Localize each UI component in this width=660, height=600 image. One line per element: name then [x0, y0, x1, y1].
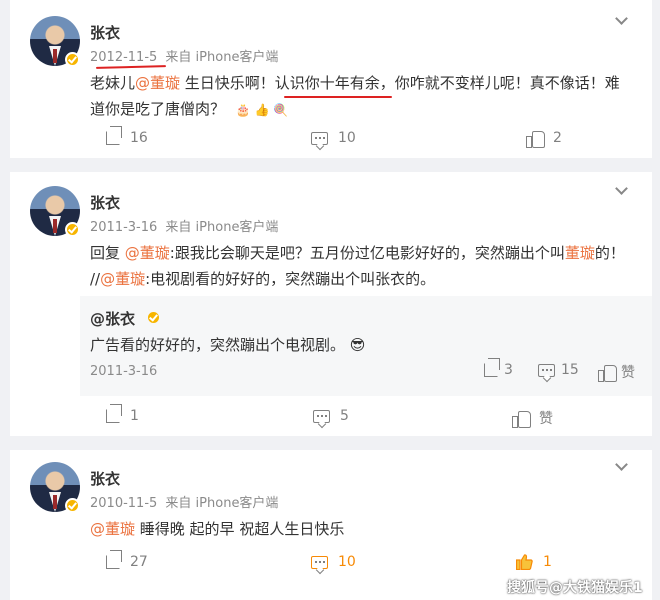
quoted-share-button[interactable]: 3	[484, 358, 513, 378]
quoted-post[interactable]: @张衣 广告看的好好的，突然蹦出个电视剧。 😎 2011-3-16 3 15 赞	[80, 296, 652, 396]
post-text: 回复 @董璇:跟我比会聊天是吧？五月份过亿电影好好的，突然蹦出个叫董璇的！	[90, 244, 625, 262]
quoted-date[interactable]: 2011-3-16	[90, 364, 157, 379]
share-icon	[106, 404, 122, 423]
like-button[interactable]: 赞	[512, 408, 553, 428]
share-button[interactable]: 1	[106, 404, 139, 424]
post-source: 来自 iPhone客户端	[165, 496, 279, 511]
post-source: 来自 iPhone客户端	[165, 220, 279, 235]
verified-badge-icon	[65, 498, 80, 513]
thumbs-up-icon	[526, 130, 545, 148]
comment-button[interactable]: 10	[311, 554, 356, 570]
post-card: 张衣 2012-11-5 来自 iPhone客户端 老妹儿@董璇 生日快乐啊！认…	[10, 0, 652, 158]
post-meta: 2012-11-5 来自 iPhone客户端	[90, 46, 278, 65]
comment-icon	[311, 555, 328, 569]
like-button[interactable]: 2	[526, 130, 562, 148]
comment-icon	[538, 363, 555, 377]
chevron-down-icon[interactable]	[615, 12, 628, 25]
mention-link[interactable]: @董璇	[90, 520, 135, 538]
post-text-line2: //@董璇:电视剧看的好好的，突然蹦出个叫张衣的。	[90, 270, 436, 288]
post-date[interactable]: 2011-3-16	[90, 220, 157, 235]
mention-link[interactable]: 董璇	[565, 244, 595, 262]
post-meta: 2011-3-16 来自 iPhone客户端	[90, 216, 278, 235]
mention-link[interactable]: @董璇	[125, 244, 170, 262]
post-text: @董璇 睡得晚 起的早 祝超人生日快乐	[90, 520, 345, 538]
mention-link[interactable]: @董璇	[100, 270, 145, 288]
post-text: 老妹儿@董璇 生日快乐啊！认识你十年有余，你咋就不变样儿呢！真不像话！难	[90, 74, 620, 92]
verified-badge-icon	[65, 52, 80, 67]
post-text-line2: 道你是吃了唐僧肉？ 🎂 👍 🍭	[90, 100, 289, 118]
watermark: 搜狐号@大铁猫娱乐1	[507, 580, 643, 596]
chevron-down-icon[interactable]	[615, 458, 628, 471]
post-card: 张衣 2011-3-16 来自 iPhone客户端 回复 @董璇:跟我比会聊天是…	[10, 172, 652, 436]
verified-badge-icon	[65, 222, 80, 237]
author-name[interactable]: 张衣	[90, 22, 120, 43]
post-date[interactable]: 2012-11-5	[90, 50, 157, 65]
emoji-icons: 🎂 👍 🍭	[235, 103, 289, 117]
verified-badge-icon	[146, 310, 161, 325]
share-icon	[106, 550, 122, 569]
share-icon	[106, 126, 122, 145]
chevron-down-icon[interactable]	[615, 182, 628, 195]
quoted-comment-button[interactable]: 15	[538, 362, 579, 378]
quoted-author[interactable]: @张衣	[90, 308, 135, 329]
thumbs-up-icon	[512, 410, 531, 428]
post-source: 来自 iPhone客户端	[165, 50, 279, 65]
thumbs-up-icon	[598, 364, 617, 382]
share-button[interactable]: 16	[106, 126, 148, 146]
thumbs-up-icon	[515, 554, 533, 571]
mention-link[interactable]: @董璇	[135, 74, 180, 92]
post-meta: 2010-11-5 来自 iPhone客户端	[90, 492, 278, 511]
post-date[interactable]: 2010-11-5	[90, 496, 157, 511]
comment-icon	[313, 409, 330, 423]
comment-button[interactable]: 10	[311, 130, 356, 146]
date-underline-annotation	[95, 65, 167, 69]
emoji-sunglasses-icon: 😎	[349, 336, 366, 354]
comment-button[interactable]: 5	[313, 408, 349, 424]
text-underline-annotation	[284, 96, 392, 98]
like-button[interactable]: 1	[515, 554, 552, 571]
share-icon	[484, 358, 500, 377]
author-name[interactable]: 张衣	[90, 192, 120, 213]
comment-icon	[311, 131, 328, 145]
quoted-text: 广告看的好好的，突然蹦出个电视剧。 😎	[90, 336, 366, 354]
author-name[interactable]: 张衣	[90, 468, 120, 489]
share-button[interactable]: 27	[106, 550, 148, 570]
quoted-like-button[interactable]: 赞	[598, 362, 635, 382]
